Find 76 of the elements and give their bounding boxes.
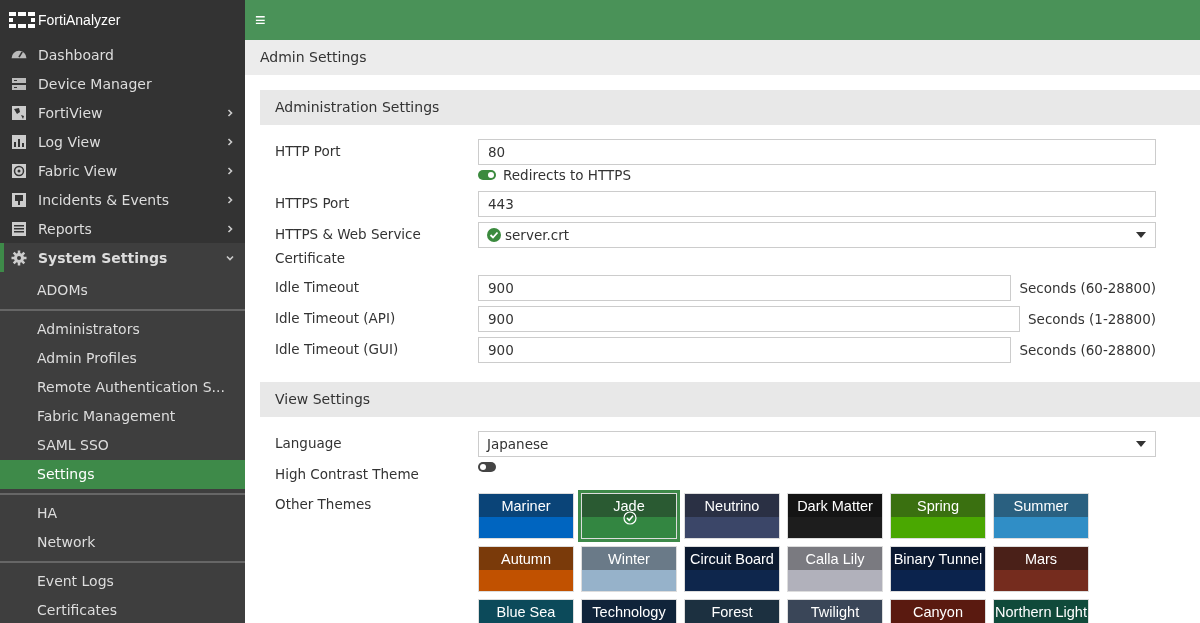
theme-tile[interactable]: Neutrino [684, 493, 780, 539]
check-circle-icon [623, 511, 637, 525]
theme-tile[interactable]: Calla Lily [787, 546, 883, 592]
input-field[interactable]: 443 [478, 191, 1156, 217]
field-label: HTTPS Port [275, 194, 351, 213]
sidebar-item[interactable]: Log View [0, 127, 245, 156]
sidebar-item[interactable]: Reports [0, 214, 245, 243]
sidebar-subitem[interactable]: Fabric Management [0, 402, 245, 431]
dashboard-icon [11, 50, 27, 59]
input-field[interactable]: 80 [478, 139, 1156, 165]
theme-tile[interactable]: Autumn [478, 546, 574, 592]
toggle-label: Redirects to HTTPS [503, 167, 631, 183]
theme-tile[interactable]: Spring [890, 493, 986, 539]
toggle-switch[interactable] [478, 462, 496, 472]
field-hint: Seconds (1-28800) [1028, 311, 1156, 327]
field-label: Other Themes [275, 495, 373, 514]
toggle-switch[interactable] [478, 170, 496, 180]
sidebar-subitem[interactable]: Network [0, 528, 245, 557]
caret-icon [1136, 441, 1146, 447]
theme-tile[interactable]: Mariner [478, 493, 574, 539]
field-label: High Contrast Theme [275, 465, 420, 484]
sidebar-item[interactable]: FortiView [0, 98, 245, 127]
input-field[interactable]: 900 [478, 306, 1021, 332]
menu-button[interactable]: ≡ [247, 9, 274, 31]
theme-tile[interactable]: Binary Tunnel [890, 546, 986, 592]
theme-tile[interactable]: Summer [993, 493, 1089, 539]
input-field[interactable]: 900 [478, 337, 1012, 363]
theme-tile[interactable]: Technology [581, 599, 677, 623]
theme-tile[interactable]: Jade [581, 493, 677, 539]
section-header: Administration Settings [260, 90, 1200, 125]
field-label: HTTPS & Web Service Certificate [275, 225, 422, 268]
input-field[interactable]: 900 [478, 275, 1012, 301]
certificate-dropdown[interactable]: server.crt [478, 222, 1156, 248]
theme-tile[interactable]: Mars [993, 546, 1089, 592]
theme-tile[interactable]: Forest [684, 599, 780, 623]
sidebar-subitem[interactable]: Admin Profiles [0, 344, 245, 373]
map-icon [11, 104, 27, 121]
sidebar-subitem[interactable]: HA [0, 499, 245, 528]
sidebar-subitem[interactable]: Administrators [0, 315, 245, 344]
target-icon [11, 162, 27, 179]
sidebar-item[interactable]: System Settings [0, 243, 245, 272]
theme-tile[interactable]: Canyon [890, 599, 986, 623]
field-hint: Seconds (60-28800) [1019, 342, 1156, 358]
theme-tile[interactable]: Twilight [787, 599, 883, 623]
monitor-icon [11, 191, 27, 208]
theme-tile[interactable]: Northern Light [993, 599, 1089, 623]
bar-chart-icon [11, 133, 27, 150]
page-title: Admin Settings [245, 40, 1200, 75]
sidebar-item[interactable]: Fabric View [0, 156, 245, 185]
server-icon [11, 75, 27, 92]
sidebar-item[interactable]: Dashboard [0, 40, 245, 69]
language-dropdown[interactable]: Japanese [478, 431, 1156, 457]
check-circle-icon [487, 228, 501, 242]
theme-tile[interactable]: Circuit Board [684, 546, 780, 592]
theme-tile[interactable]: Dark Matter [787, 493, 883, 539]
field-label: Idle Timeout (API) [275, 309, 397, 328]
logo-icon [9, 12, 35, 28]
app-logo: FortiAnalyzer [38, 12, 121, 28]
sidebar-subitem[interactable]: Remote Authentication S... [0, 373, 245, 402]
sidebar-item[interactable]: Device Manager [0, 69, 245, 98]
field-label: Language [275, 434, 343, 453]
sidebar-subitem[interactable]: Settings [0, 460, 245, 489]
field-hint: Seconds (60-28800) [1019, 280, 1156, 296]
field-label: Idle Timeout [275, 278, 361, 297]
sidebar-item[interactable]: Incidents & Events [0, 185, 245, 214]
theme-tile[interactable]: Winter [581, 546, 677, 592]
field-label: HTTP Port [275, 142, 342, 161]
theme-tile[interactable]: Blue Sea [478, 599, 574, 623]
list-icon [11, 220, 27, 237]
caret-icon [1136, 232, 1146, 238]
sidebar-subitem[interactable]: Event Logs [0, 567, 245, 596]
settings-icon [11, 249, 27, 266]
field-label: Idle Timeout (GUI) [275, 340, 400, 359]
sidebar-subitem[interactable]: SAML SSO [0, 431, 245, 460]
sidebar-subitem[interactable]: Certificates [0, 596, 245, 623]
section-header: View Settings [260, 382, 1200, 417]
